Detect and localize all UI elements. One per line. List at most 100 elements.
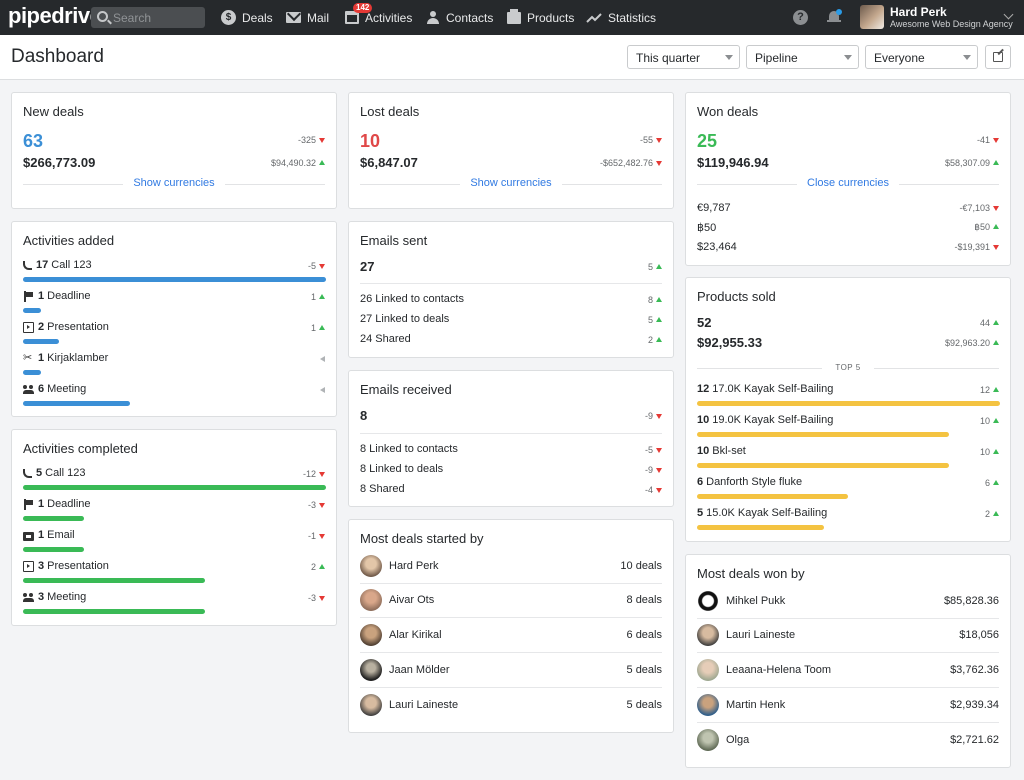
email-stat-change: -9 <box>645 465 662 475</box>
activity-change-value: -1 <box>307 531 316 541</box>
new-deals-count: 63 <box>23 131 44 151</box>
nav-deals[interactable]: $ Deals <box>221 0 273 35</box>
currency-row: ฿50 <box>697 222 717 234</box>
pipedrive-logo[interactable]: pipedrive <box>8 3 102 29</box>
leaderboard-row[interactable]: Lauri Laineste 5 deals <box>360 689 662 721</box>
leaderboard-row[interactable]: Olga $2,721.62 <box>697 724 999 756</box>
activity-change-value: -3 <box>307 500 316 510</box>
activity-count: 3 <box>38 591 45 603</box>
card-title: Emails sent <box>360 233 428 248</box>
card-title: Products sold <box>697 289 776 304</box>
activity-count: 1 <box>38 529 45 541</box>
down-arrow-icon <box>656 138 662 143</box>
activity-change: 2 <box>311 562 325 572</box>
divider <box>360 283 662 284</box>
activity-bar <box>23 370 41 375</box>
product-row: 10 19.0K Kayak Self-Bailing <box>697 414 833 426</box>
activity-row: 1 Email <box>23 529 75 541</box>
activity-label: Kirjaklamber <box>47 352 109 364</box>
leaderboard-row[interactable]: Jaan Mölder 5 deals <box>360 654 662 686</box>
person-name: Aivar Ots <box>389 594 435 606</box>
show-currencies-link[interactable]: Show currencies <box>23 177 325 189</box>
user-name[interactable]: Hard Perk <box>890 5 947 19</box>
email-stat-change-value: 5 <box>647 315 653 325</box>
show-currencies-link[interactable]: Show currencies <box>360 177 662 189</box>
nav-contacts[interactable]: Contacts <box>426 0 493 35</box>
nav-statistics[interactable]: Statistics <box>586 0 656 35</box>
top-5-label: TOP 5 <box>697 363 999 372</box>
avatar <box>360 659 382 681</box>
nav-mail[interactable]: Mail <box>286 0 329 35</box>
down-arrow-icon <box>319 596 325 601</box>
product-count: 6 <box>697 476 704 488</box>
currency-change: -€7,103 <box>959 203 999 213</box>
count-change: -325 <box>298 135 325 145</box>
leaderboard-row[interactable]: Mihkel Pukk $85,828.36 <box>697 585 999 617</box>
count-change-value: -325 <box>297 135 316 145</box>
product-count: 5 <box>697 507 704 519</box>
search-box[interactable] <box>91 7 205 28</box>
activity-change-value: -12 <box>302 469 316 479</box>
product-bar <box>697 432 949 437</box>
product-count: 12 <box>697 383 710 395</box>
leaderboard-row[interactable]: Alar Kirikal 6 deals <box>360 619 662 651</box>
divider <box>360 617 662 618</box>
close-currencies-link[interactable]: Close currencies <box>697 177 999 189</box>
leaderboard-row[interactable]: Hard Perk 10 deals <box>360 550 662 582</box>
nav-mail-label: Mail <box>307 10 330 25</box>
dollar-icon: $ <box>221 10 236 25</box>
product-change: 12 <box>980 385 999 395</box>
leaderboard-row[interactable]: Martin Henk $2,939.34 <box>697 689 999 721</box>
trend-icon <box>586 12 602 24</box>
currency-change-value: ฿50 <box>974 222 990 232</box>
flag-icon <box>23 498 34 510</box>
activity-count: 3 <box>38 560 45 572</box>
email-stat-row: 8 Linked to contacts <box>360 443 458 455</box>
product-change: 10 <box>980 447 999 457</box>
email-stat-change: 8 <box>648 295 662 305</box>
pipeline-select[interactable]: Pipeline <box>746 45 859 69</box>
activity-bar <box>23 277 326 282</box>
up-arrow-icon <box>993 387 999 392</box>
presentation-icon <box>23 560 34 572</box>
activity-bar <box>23 547 84 552</box>
person-name: Martin Henk <box>726 699 786 711</box>
caret-down-icon <box>725 55 733 60</box>
avatar <box>360 589 382 611</box>
flag-icon <box>23 290 34 302</box>
chevron-down-icon[interactable] <box>1003 9 1014 20</box>
activity-bar <box>23 308 41 313</box>
divider <box>697 687 999 688</box>
most-deals-won-card: Most deals won by Mihkel Pukk $85,828.36 … <box>685 554 1011 768</box>
open-external-button[interactable] <box>985 45 1011 69</box>
email-stat-row: 24 Shared <box>360 333 411 345</box>
nav-deals-label: Deals <box>242 10 273 25</box>
activity-label: Call 123 <box>45 467 86 479</box>
activity-row: 17 Call 123 <box>23 259 92 271</box>
search-input[interactable] <box>113 10 201 25</box>
won-deals-amount: $119,946.94 <box>697 155 769 170</box>
up-arrow-icon <box>993 160 999 165</box>
help-icon[interactable]: ? <box>793 10 808 25</box>
up-arrow-icon <box>993 320 999 325</box>
count-change: -55 <box>640 135 662 145</box>
leaderboard-row[interactable]: Lauri Laineste $18,056 <box>697 619 999 651</box>
count-change-value: -55 <box>639 135 653 145</box>
period-select[interactable]: This quarter <box>627 45 740 69</box>
emails-sent-total: 27 <box>360 259 375 274</box>
user-avatar[interactable] <box>860 5 884 29</box>
activity-bar <box>23 485 326 490</box>
leaderboard-row[interactable]: Aivar Ots 8 deals <box>360 584 662 616</box>
leaderboard-row[interactable]: Leaana-Helena Toom $3,762.36 <box>697 654 999 686</box>
owner-select[interactable]: Everyone <box>865 45 978 69</box>
amount-change-value: $92,963.20 <box>944 338 990 348</box>
deal-value: $2,721.62 <box>950 734 999 746</box>
lost-deals-amount: $6,847.07 <box>360 155 418 170</box>
nav-products[interactable]: Products <box>507 0 574 35</box>
divider <box>360 687 662 688</box>
down-arrow-icon <box>319 503 325 508</box>
most-deals-started-card: Most deals started by Hard Perk 10 deals … <box>348 519 674 733</box>
activity-count: 5 <box>36 467 43 479</box>
product-bar <box>697 463 949 468</box>
email-stat-change: -5 <box>645 445 662 455</box>
